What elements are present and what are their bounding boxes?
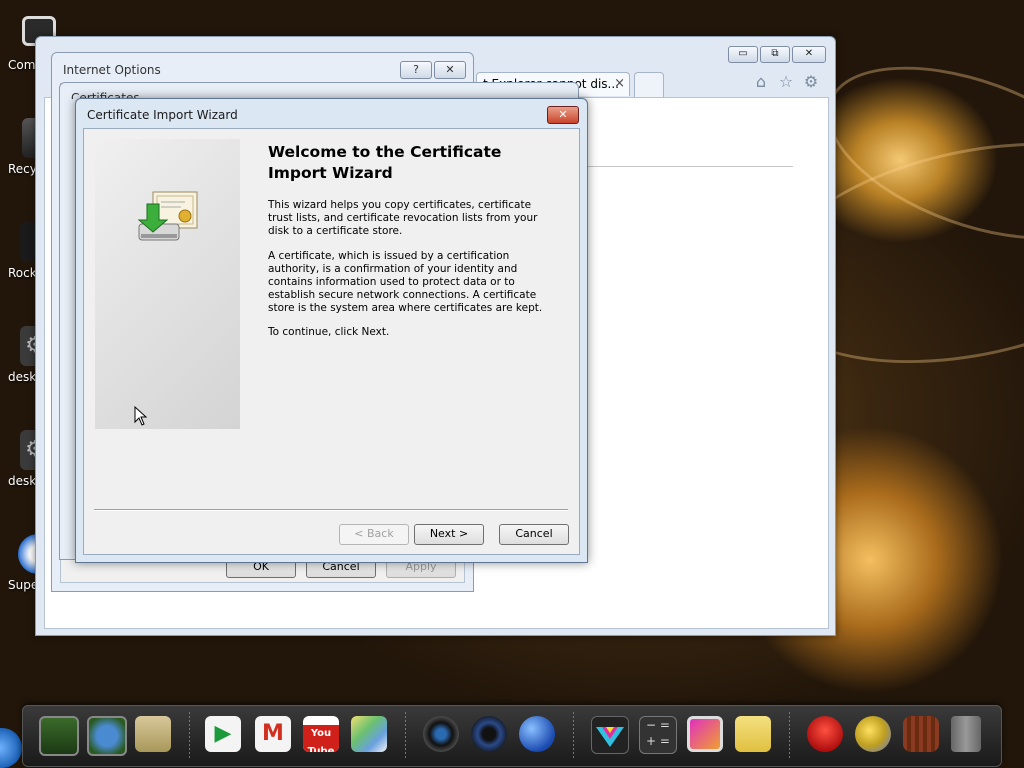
youtube-label: You Tube — [303, 725, 339, 752]
mouse-cursor-icon — [134, 406, 148, 426]
dialog-close-button[interactable]: ✕ — [434, 61, 466, 79]
triangle-glyph — [596, 727, 624, 747]
dock-bar: ▶ M You Tube − = + = — [22, 705, 1002, 767]
dock-separator — [189, 712, 190, 758]
wizard-side-panel — [95, 139, 240, 429]
star-icon[interactable]: ☆ — [777, 73, 795, 91]
calculator-icon[interactable]: − = + = — [639, 716, 677, 754]
play-store-icon[interactable]: ▶ — [205, 716, 241, 752]
wizard-cancel-button[interactable]: Cancel — [499, 524, 569, 545]
maps-icon[interactable] — [351, 716, 387, 752]
dock-separator — [405, 712, 406, 758]
desktop-icon-label: desk — [8, 370, 37, 384]
notes-icon[interactable] — [735, 716, 771, 752]
window-close-button[interactable]: ✕ — [792, 46, 826, 63]
help-button[interactable]: ? — [400, 61, 432, 79]
dock-separator — [573, 712, 574, 758]
wizard-body: Welcome to the Certificate Import Wizard… — [83, 128, 580, 555]
restore-button[interactable]: ⧉ — [760, 46, 790, 63]
desktop-icon-label: Recy — [8, 162, 37, 176]
wizard-paragraph: This wizard helps you copy certificates,… — [268, 199, 538, 237]
android-globe-icon[interactable] — [87, 716, 127, 756]
back-button[interactable]: < Back — [339, 524, 409, 545]
color-triangle-icon[interactable] — [591, 716, 629, 754]
camera-lens-icon[interactable] — [423, 716, 459, 752]
gallery-icon[interactable] — [687, 716, 723, 752]
next-button[interactable]: Next > — [414, 524, 484, 545]
wizard-close-button[interactable]: ✕ — [547, 106, 579, 124]
new-tab-button[interactable] — [634, 72, 664, 97]
recycle-bin-icon[interactable] — [903, 716, 939, 752]
youtube-icon[interactable]: You Tube — [303, 716, 339, 752]
wizard-heading: Welcome to the Certificate Import Wizard — [268, 143, 502, 182]
wizard-title: Certificate Import Wizard — [87, 108, 238, 122]
home-icon[interactable]: ⌂ — [752, 73, 770, 91]
gear-icon[interactable]: ⚙ — [802, 73, 820, 91]
gmail-icon[interactable]: M — [255, 716, 291, 752]
weather-icon[interactable] — [855, 716, 891, 752]
trash-can-icon[interactable] — [951, 716, 981, 752]
wizard-paragraph: A certificate, which is issued by a cert… — [268, 250, 543, 314]
wizard-separator — [94, 509, 568, 511]
wizard-paragraph: To continue, click Next. — [268, 326, 390, 338]
certificate-import-wizard: Certificate Import Wizard ✕ Welcome to t… — [75, 98, 588, 563]
tab-close-icon[interactable]: × — [614, 76, 625, 91]
dock-separator — [789, 712, 790, 758]
angry-birds-icon[interactable] — [807, 716, 843, 752]
desktop-icon-label: Com — [8, 58, 36, 72]
speaker-icon[interactable] — [471, 716, 507, 752]
desktop-icon-label: Supe — [8, 578, 39, 592]
android-folder-icon[interactable] — [135, 716, 171, 752]
certificate-import-icon — [137, 191, 198, 241]
content-divider — [588, 166, 793, 167]
android-screen-icon[interactable] — [39, 716, 79, 756]
minimize-button[interactable]: ▭ — [728, 46, 758, 63]
desktop-icon-label: desk — [8, 474, 37, 488]
firefox-globe-icon[interactable] — [519, 716, 555, 752]
dialog-title: Internet Options — [63, 63, 161, 77]
